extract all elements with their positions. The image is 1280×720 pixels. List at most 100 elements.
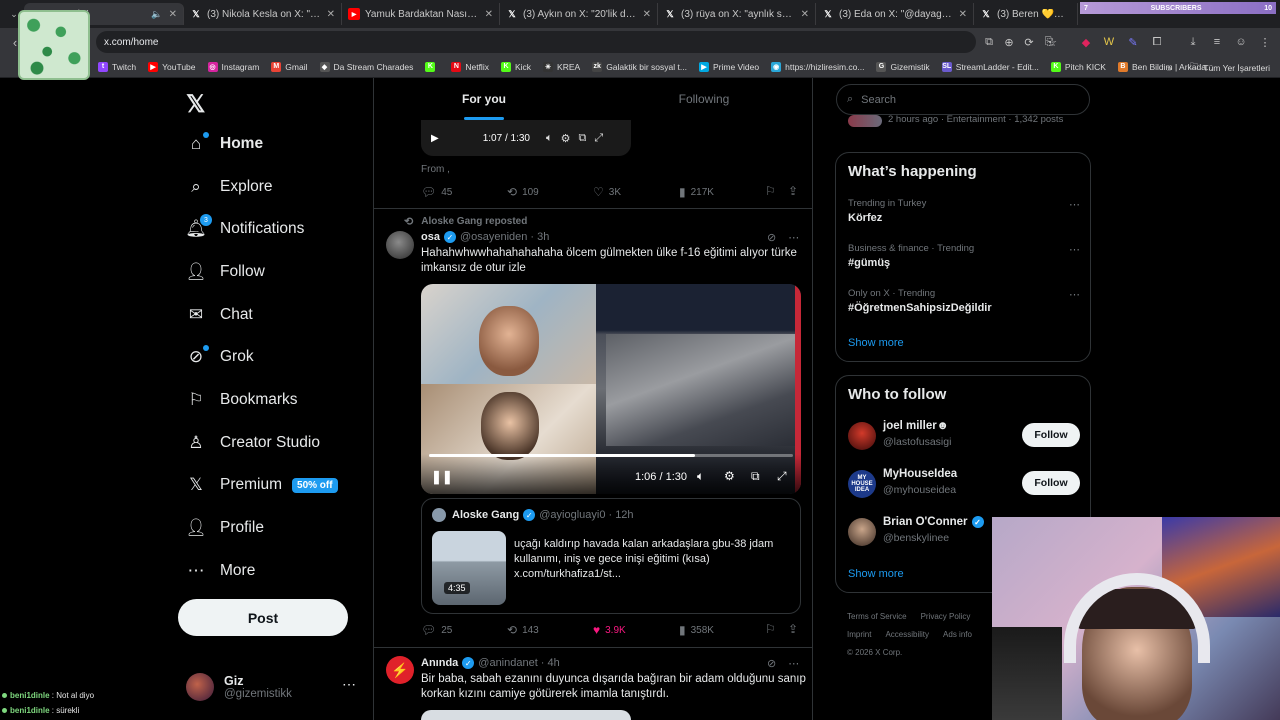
bookmark-item[interactable]: zk Galaktik bir sosyal t...	[592, 61, 687, 72]
volume-icon[interactable]: 🔈︎	[697, 469, 704, 484]
settings-icon[interactable]: ⚙	[724, 469, 735, 483]
fullscreen-icon[interactable]: ⤢	[777, 469, 787, 484]
quoted-post[interactable]: Aloske Gang ✓ @ayiogluayi0 · 12h 4:35 uç…	[421, 498, 801, 614]
download-icon[interactable]: ⤓	[1184, 33, 1202, 51]
tab-nikola-kesla[interactable]: 𝕏 (3) Nikola Kesla on X: "Tam ben ✕	[184, 3, 342, 25]
star-icon[interactable]: ☆	[1043, 33, 1061, 51]
extension-blue-icon[interactable]: ✎	[1124, 33, 1142, 51]
close-tab-icon[interactable]: ✕	[327, 9, 335, 20]
tab-yamuk-bardak[interactable]: ▶ Yamuk Bardaktan Nasıl Su İçilir ✕	[342, 3, 500, 25]
pip-icon[interactable]: ⧉	[751, 469, 760, 484]
volume-icon[interactable]: 🔈︎	[546, 132, 553, 145]
repost-button[interactable]: ⟲ 109	[507, 185, 593, 199]
nav-follow[interactable]: 👤︎ Follow	[185, 254, 265, 290]
author-handle[interactable]: @osayeniden	[460, 231, 527, 243]
play-icon[interactable]: ▶	[431, 133, 439, 144]
grok-icon[interactable]: ⊘	[767, 231, 776, 244]
post-button[interactable]: Post	[178, 599, 348, 636]
close-tab-icon[interactable]: ✕	[959, 9, 967, 20]
bookmark-item[interactable]: ▶ Prime Video	[698, 61, 759, 72]
account-switcher[interactable]: Giz @gizemistikk ⋯	[186, 670, 366, 704]
like-button[interactable]: ♥ 3.9K	[593, 623, 679, 637]
more-dots-icon[interactable]: ⋯	[788, 657, 799, 670]
nav-grok[interactable]: ⊘ Grok	[186, 339, 254, 375]
address-bar[interactable]: x.com/home	[96, 31, 976, 53]
video-player[interactable]: ❚❚ 1:06 / 1:30 🔈︎ ⚙ ⧉ ⤢	[421, 284, 801, 494]
more-dots-icon[interactable]: ⋯	[1069, 243, 1080, 256]
ads-info-link[interactable]: Ads info	[943, 630, 972, 639]
close-tab-icon[interactable]: ✕	[485, 9, 493, 20]
bookmark-item[interactable]: t Twitch	[98, 61, 136, 72]
bookmark-item[interactable]: K Pitch KICK	[1050, 61, 1106, 72]
bookmark-item[interactable]: M Gmail	[271, 61, 308, 72]
author-name[interactable]: osa	[421, 231, 440, 243]
zoom-icon[interactable]: ⊕	[1000, 33, 1018, 51]
follow-button[interactable]: Follow	[1022, 423, 1080, 447]
fullscreen-icon[interactable]: ⤢	[594, 132, 603, 145]
bookmark-item[interactable]: ◉ https://hizliresim.co...	[771, 61, 864, 72]
speaker-icon[interactable]: 🔈	[151, 9, 162, 20]
bookmark-item[interactable]: ◎ Instagram	[207, 61, 259, 72]
privacy-link[interactable]: Privacy Policy	[921, 612, 971, 621]
media-queue-icon[interactable]: ≡	[1208, 33, 1226, 51]
tab-beren[interactable]: 𝕏 (3) Beren 💛❤ on X: "Koyab	[974, 3, 1078, 25]
close-tab-icon[interactable]: ✕	[801, 9, 809, 20]
reply-button[interactable]: 💬︎ 25	[421, 623, 507, 637]
bookmark-item[interactable]: ✳ KREA	[543, 61, 580, 72]
grok-icon[interactable]: ⊘	[767, 657, 776, 670]
cast-icon[interactable]: ⟳	[1020, 33, 1038, 51]
show-more-link[interactable]: Show more	[848, 568, 904, 580]
nav-premium[interactable]: 𝕏 Premium 50% off	[186, 467, 338, 503]
browser-menu-icon[interactable]: ⋮	[1256, 33, 1274, 51]
trend-item[interactable]: Trending in Turkey Körfez ⋯	[848, 198, 1080, 224]
nav-creator-studio[interactable]: ♙ Creator Studio	[186, 425, 320, 461]
bookmark-item[interactable]: N Netflix	[451, 61, 489, 72]
extensions-puzzle-icon[interactable]: ⧠	[1148, 33, 1166, 51]
like-button[interactable]: ♡ 3K	[593, 185, 679, 199]
nav-notifications[interactable]: 🔔︎ 3 Notifications	[185, 211, 304, 247]
bookmark-post-icon[interactable]: ⚐	[765, 622, 776, 636]
terms-link[interactable]: Terms of Service	[847, 612, 907, 621]
post-media-preview[interactable]	[421, 710, 631, 720]
translate-icon[interactable]: ⧉	[980, 33, 998, 51]
nav-chat[interactable]: ✉ Chat	[186, 297, 253, 333]
pause-icon[interactable]: ❚❚	[431, 469, 453, 485]
more-dots-icon[interactable]: ⋯	[1069, 198, 1080, 211]
bookmark-item[interactable]: K Kick	[500, 61, 531, 72]
views-button[interactable]: ▮ 217K	[679, 185, 765, 199]
close-tab-icon[interactable]: ✕	[643, 9, 651, 20]
nav-explore[interactable]: ⌕ Explore	[186, 169, 272, 205]
repost-label[interactable]: Aloske Gang reposted	[421, 216, 527, 227]
tab-for-you[interactable]: For you	[374, 78, 594, 120]
profile-avatar-icon[interactable]: ☺	[1232, 33, 1250, 51]
tab-eda[interactable]: 𝕏 (3) Eda on X: "@dayagiyedin Se ✕	[816, 3, 974, 25]
more-dots-icon[interactable]: ⋯	[1069, 288, 1080, 301]
nav-bookmarks[interactable]: ⚐ Bookmarks	[186, 382, 297, 418]
reply-button[interactable]: 💬︎ 45	[421, 185, 507, 199]
share-post-icon[interactable]: ⇪	[788, 184, 798, 198]
close-tab-icon[interactable]: ✕	[169, 9, 177, 20]
follow-button[interactable]: Follow	[1022, 471, 1080, 495]
bookmark-post-icon[interactable]: ⚐	[765, 184, 776, 198]
overflow-chevron-icon[interactable]: »	[1167, 63, 1172, 73]
search-input[interactable]: ⌕ Search	[836, 84, 1090, 115]
show-more-link[interactable]: Show more	[848, 337, 904, 349]
bookmark-item[interactable]: G Gizemistik	[876, 61, 930, 72]
quoted-video-thumbnail[interactable]	[432, 531, 506, 605]
accessibility-link[interactable]: Accessibility	[885, 630, 929, 639]
bookmark-item[interactable]: K	[425, 61, 439, 72]
bookmark-item[interactable]: ◆ Da Stream Charades	[319, 61, 413, 72]
extension-w-icon[interactable]: W	[1100, 33, 1118, 51]
more-dots-icon[interactable]: ⋯	[788, 231, 799, 244]
follow-suggestion[interactable]: joel miller☻ @lastofusasigi Follow	[848, 420, 1080, 456]
post-time[interactable]: · 3h	[530, 231, 549, 243]
settings-icon[interactable]: ⚙	[561, 132, 571, 145]
avatar[interactable]	[386, 231, 414, 259]
trend-item[interactable]: Only on X · Trending #ÖğretmenSahipsizDe…	[848, 288, 1080, 314]
post-time[interactable]: · 4h	[541, 657, 560, 669]
repost-button[interactable]: ⟲ 143	[507, 623, 593, 637]
author-name[interactable]: Anında	[421, 657, 458, 669]
imprint-link[interactable]: Imprint	[847, 630, 871, 639]
tab-aykin[interactable]: 𝕏 (3) Aykın on X: "20'lik dişini ald ✕	[500, 3, 658, 25]
tab-following[interactable]: Following	[594, 78, 812, 120]
